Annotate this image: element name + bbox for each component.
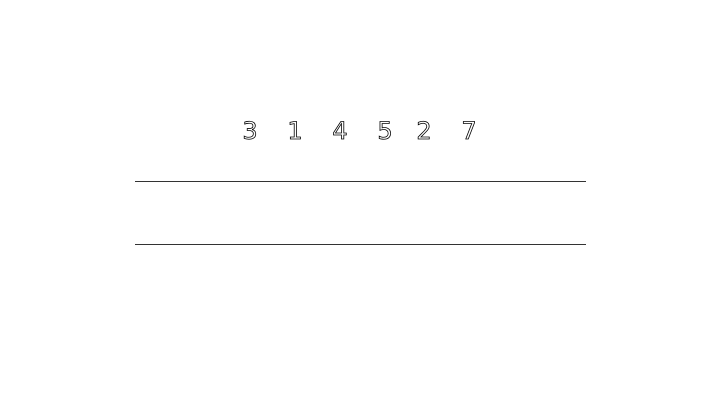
digit: 4 (332, 117, 348, 146)
digit: 5 (377, 117, 393, 146)
answer-area-bottom-rule (135, 244, 586, 245)
canvas: 3 1 4 5 2 7 (0, 0, 720, 405)
digit-sequence: 3 1 4 5 2 7 (0, 0, 720, 405)
digit: 2 (416, 117, 432, 146)
digit: 1 (287, 117, 303, 146)
answer-area-top-rule (135, 181, 586, 182)
digit: 3 (242, 117, 258, 146)
digit: 7 (461, 117, 477, 146)
